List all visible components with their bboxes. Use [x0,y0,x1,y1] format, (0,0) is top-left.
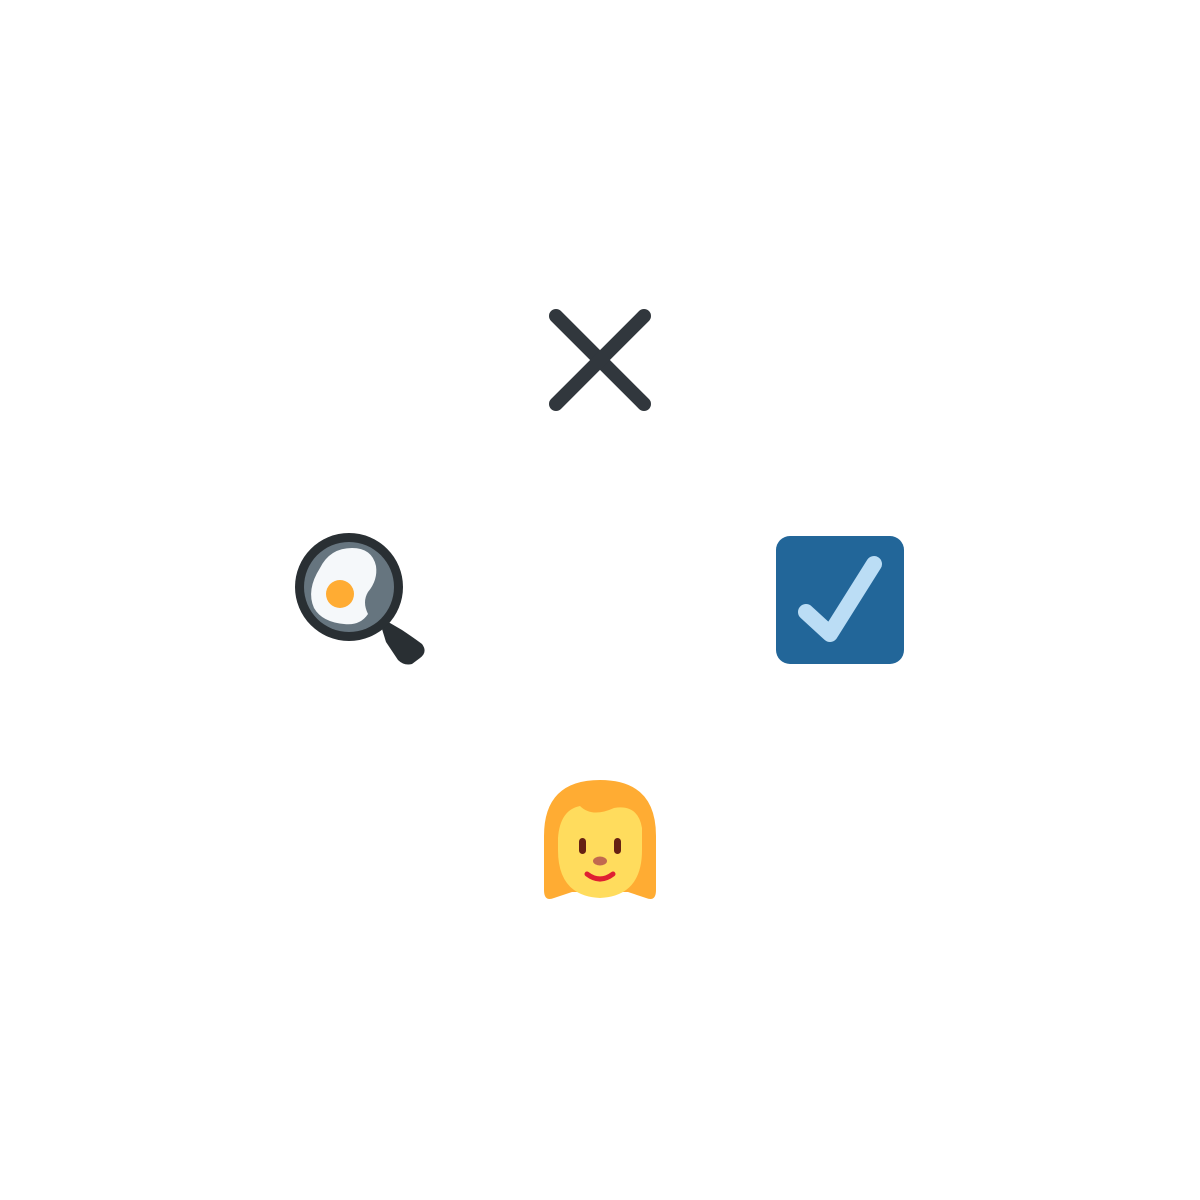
frying-pan-egg-icon [290,530,430,670]
woman-face-icon [530,770,670,910]
cross-mark-icon [530,290,670,430]
check-box-icon [770,530,910,670]
emoji-canvas [0,0,1200,1200]
